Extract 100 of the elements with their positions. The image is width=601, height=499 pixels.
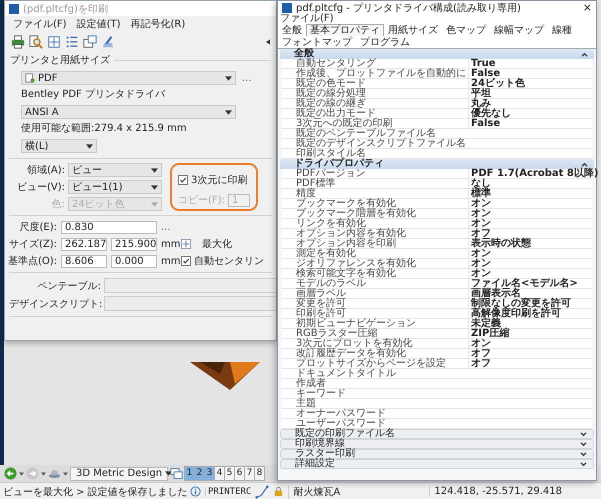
checkbox-label: 3次元に印刷 bbox=[191, 174, 248, 187]
close-button[interactable]: × bbox=[582, 2, 592, 13]
property-value: False bbox=[468, 69, 592, 79]
group-label: プリンタと用紙サイズ bbox=[10, 54, 110, 67]
view-groups-icon[interactable] bbox=[170, 467, 183, 480]
back-icon[interactable] bbox=[4, 467, 17, 480]
tab[interactable]: 線幅マップ bbox=[490, 24, 548, 36]
view-button[interactable]: 3 bbox=[204, 466, 215, 481]
tab[interactable]: フォントマップ bbox=[278, 36, 356, 48]
property-value: オン bbox=[468, 209, 592, 219]
property-value: 24ビット色 bbox=[468, 79, 592, 89]
browse-button[interactable]: ... bbox=[242, 72, 252, 84]
preview-icon[interactable] bbox=[29, 35, 43, 49]
section-header[interactable]: 全般 bbox=[280, 49, 594, 59]
tab[interactable]: プログラム bbox=[356, 36, 414, 48]
tab[interactable]: 色マップ bbox=[442, 24, 490, 36]
property-name: 既定の出力モード bbox=[295, 109, 376, 119]
section-header[interactable]: 既定の印刷ファイル名 bbox=[280, 429, 594, 439]
caret-icon bbox=[151, 168, 158, 172]
menu-item[interactable]: ファイル(F) bbox=[280, 13, 334, 24]
width-field[interactable]: 262.187 bbox=[61, 238, 107, 250]
property-name: ドキュメントタイトル bbox=[295, 369, 397, 379]
caret-icon bbox=[225, 76, 232, 80]
property-value: オフ bbox=[468, 229, 592, 239]
menu-item[interactable]: ファイル(F) bbox=[13, 18, 67, 31]
property-name: オーナーパスワード bbox=[295, 409, 387, 419]
property-value: 表示時の状態 bbox=[468, 239, 592, 249]
fit-icon[interactable] bbox=[47, 35, 61, 49]
caret-icon[interactable] bbox=[63, 472, 68, 476]
scale-field[interactable]: 0.830 bbox=[61, 220, 157, 234]
field-label: 色: bbox=[50, 198, 65, 211]
origin-x-field[interactable]: 8.606 bbox=[61, 254, 107, 268]
checkbox[interactable] bbox=[178, 175, 188, 185]
window-title: (pdf.pltcfg)を印刷 bbox=[23, 2, 108, 16]
property-value: オン bbox=[468, 259, 592, 269]
design-script-field[interactable] bbox=[104, 296, 276, 311]
area-dropdown[interactable]: ビュー bbox=[68, 163, 162, 177]
property-name: 画層ラベル bbox=[295, 289, 347, 299]
tab[interactable]: 用紙サイズ bbox=[384, 24, 442, 36]
layer-icon[interactable] bbox=[48, 467, 61, 480]
section-header[interactable]: 詳細設定 bbox=[280, 459, 594, 469]
property-value: 平坦 bbox=[468, 89, 592, 99]
property-name: ジオリファレンスを有効化 bbox=[295, 259, 417, 269]
checkbox-label: 自動センタリン bbox=[194, 255, 264, 268]
property-name: 作成者 bbox=[295, 379, 327, 389]
section-header[interactable]: ドライバプロパティ bbox=[280, 159, 594, 169]
caret-icon bbox=[86, 144, 93, 148]
view-button[interactable]: 4 bbox=[214, 466, 225, 481]
view-button[interactable]: 5 bbox=[224, 466, 235, 481]
menu-item[interactable]: 再記号化(R) bbox=[130, 18, 186, 31]
menu-item[interactable]: 設定値(T) bbox=[76, 18, 120, 31]
property-name: 既定の線分処理 bbox=[295, 89, 367, 99]
property-name: ブックマーク階層を有効化 bbox=[295, 209, 417, 219]
app-icon bbox=[282, 2, 292, 12]
maximize-label: 最大化 bbox=[202, 238, 232, 251]
printer-dropdown[interactable]: PDF bbox=[21, 71, 236, 85]
lock-icon[interactable] bbox=[273, 486, 284, 497]
view-button[interactable]: 7 bbox=[244, 466, 255, 481]
property-name: PDFバージョン bbox=[295, 169, 366, 179]
field-label: ビュー(V): bbox=[16, 181, 65, 194]
property-name: 印刷スタイル名 bbox=[295, 149, 366, 159]
copies-label: コピー(F): bbox=[178, 194, 225, 207]
property-value: オン bbox=[468, 219, 592, 229]
printer-icon[interactable] bbox=[11, 35, 25, 49]
view-button[interactable]: 6 bbox=[234, 466, 245, 481]
view-button[interactable]: 8 bbox=[254, 466, 265, 481]
section-header[interactable]: 印刷境界線 bbox=[280, 439, 594, 449]
curve-icon[interactable] bbox=[255, 484, 270, 498]
info-icon[interactable] bbox=[190, 486, 201, 497]
property-name: 検索可能文字を有効化 bbox=[295, 269, 397, 279]
pen-icon[interactable] bbox=[101, 35, 115, 49]
view-button[interactable]: 1 bbox=[184, 466, 195, 481]
checkbox[interactable] bbox=[181, 256, 191, 266]
collapse-arrow-icon[interactable] bbox=[266, 39, 270, 45]
orientation-dropdown[interactable]: 横(L) bbox=[21, 139, 97, 153]
tab[interactable]: 全般 bbox=[278, 24, 306, 36]
section-header[interactable]: ラスター印刷 bbox=[280, 449, 594, 459]
property-name: 既定の色モード bbox=[295, 79, 367, 89]
caret-icon[interactable] bbox=[19, 472, 24, 476]
caret-icon[interactable] bbox=[41, 472, 46, 476]
tab[interactable]: 線種 bbox=[548, 24, 576, 36]
pen-table-field[interactable] bbox=[104, 278, 276, 293]
view-button[interactable]: 2 bbox=[194, 466, 205, 481]
browse-button[interactable]: ... bbox=[161, 222, 177, 232]
driver-name: Bentley PDF プリンタドライバ bbox=[20, 88, 166, 102]
field-label: 尺度(E): bbox=[18, 220, 57, 234]
height-field[interactable]: 215.900 bbox=[111, 238, 157, 250]
model-dropdown[interactable]: 3D Metric Design bbox=[70, 466, 168, 480]
tab[interactable]: 基本プロパティ bbox=[306, 24, 384, 36]
window-icon[interactable] bbox=[83, 35, 97, 49]
property-value: なし bbox=[468, 179, 592, 189]
property-name: オプション内容を印刷 bbox=[295, 239, 397, 249]
paper-size-dropdown[interactable]: ANSI A bbox=[21, 105, 236, 119]
origin-y-field[interactable]: 0.000 bbox=[111, 254, 157, 268]
area-dropdown[interactable]: ビュー1(1) bbox=[68, 180, 162, 194]
maximize-icon[interactable] bbox=[181, 239, 191, 249]
property-value: 優先なし bbox=[468, 109, 592, 119]
property-name: 既定のデザインスクリプトファイル名 bbox=[295, 139, 467, 149]
list-icon[interactable] bbox=[65, 35, 79, 49]
property-name: 測定を有効化 bbox=[295, 249, 357, 259]
